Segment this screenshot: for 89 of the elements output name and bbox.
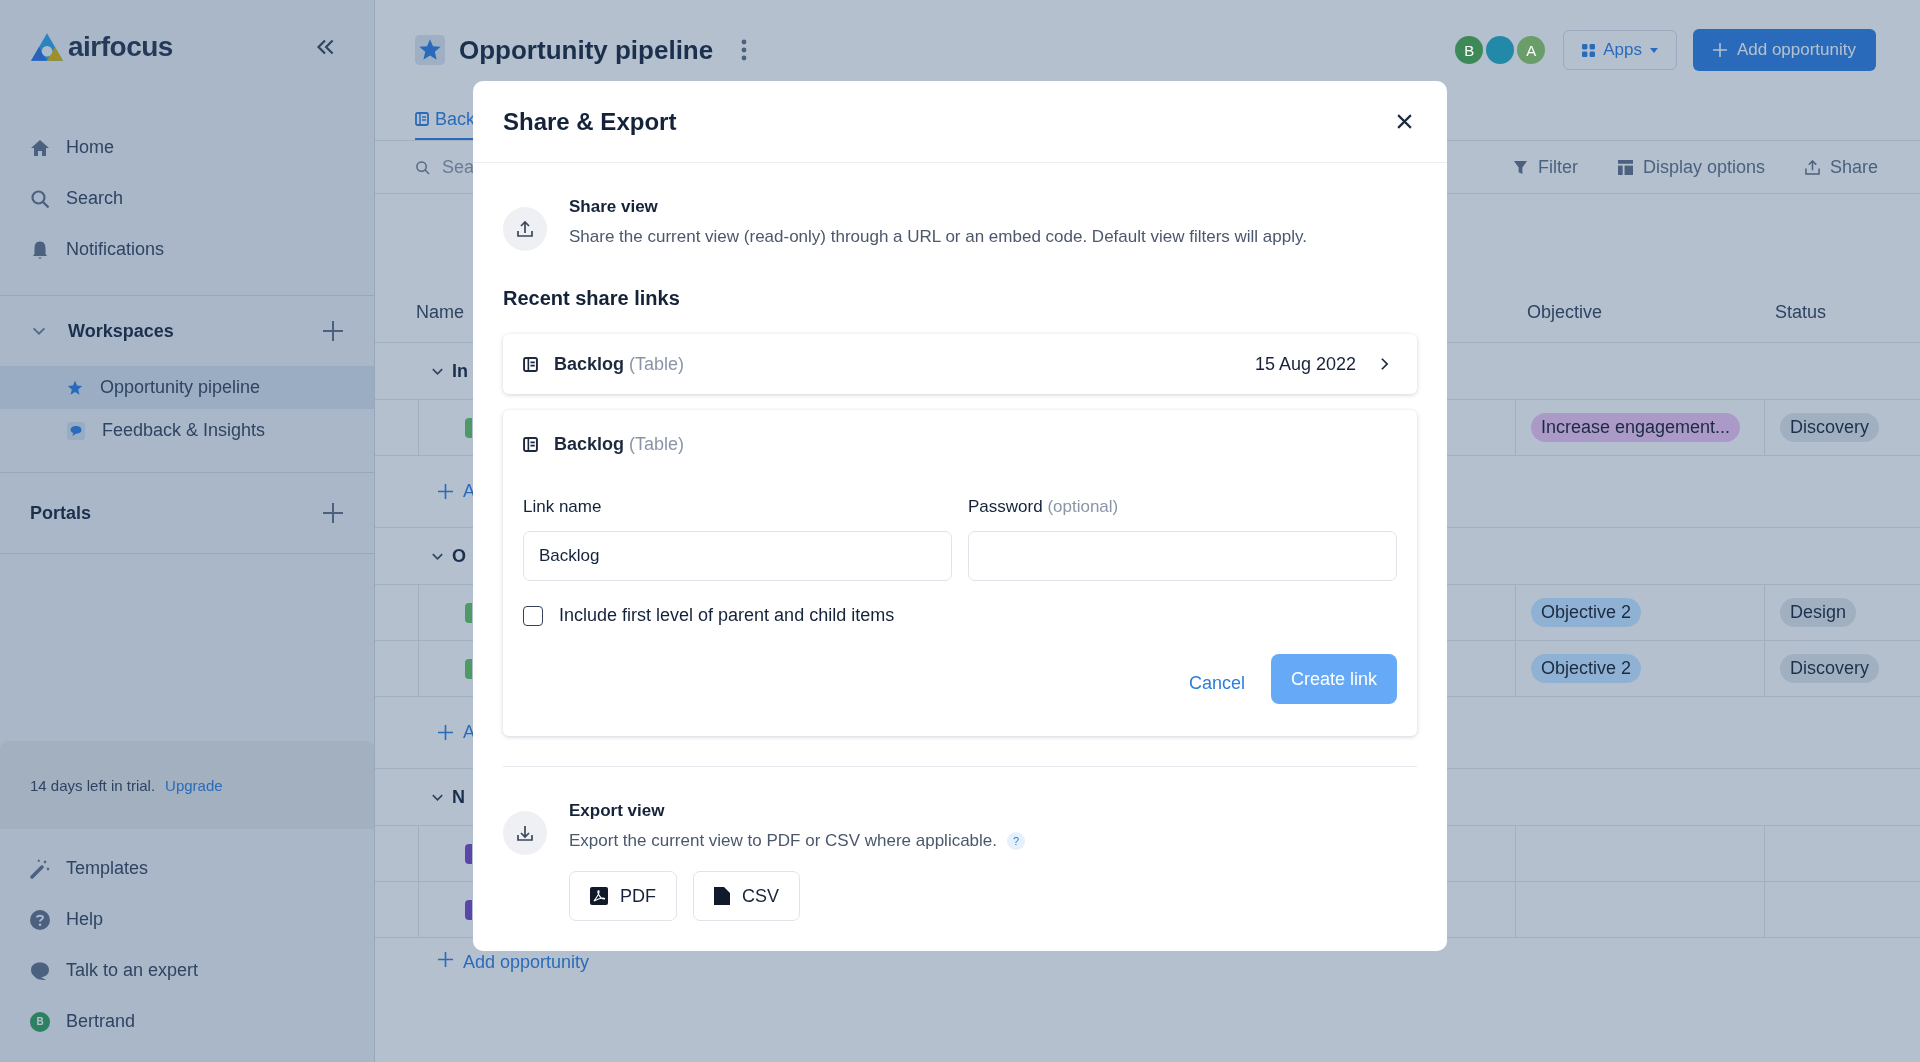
- dialog-title: Share & Export: [503, 107, 677, 136]
- nav-item[interactable]: Home: [0, 122, 374, 173]
- cancel-button[interactable]: Cancel: [1188, 664, 1245, 702]
- help-badge[interactable]: ?: [1007, 832, 1026, 850]
- status-tag: Discovery: [1780, 654, 1879, 683]
- plus-icon[interactable]: [438, 952, 453, 967]
- add-opportunity-button[interactable]: Add opportunity: [1692, 29, 1876, 71]
- group-label: In: [452, 360, 468, 382]
- chat-icon: [67, 421, 85, 440]
- nav-item[interactable]: Talk to an expert: [0, 945, 374, 996]
- search-icon: [30, 188, 50, 209]
- link-name-input[interactable]: Backlog: [523, 531, 952, 581]
- status-tag: Discovery: [1780, 413, 1879, 442]
- section-description: Export the current view to PDF or CSV where applicable.: [569, 831, 998, 851]
- nav-item[interactable]: Notifications: [0, 224, 374, 275]
- link-name: Backlog (Table): [554, 353, 685, 375]
- more-icon[interactable]: [741, 39, 748, 61]
- chat-bubble-icon: [30, 960, 50, 981]
- page-title: Opportunity pipeline: [459, 34, 714, 66]
- export-button[interactable]: CSV: [693, 871, 800, 921]
- user-avatar[interactable]: A: [1517, 36, 1546, 64]
- trial-text: 14 days left in trial.: [30, 776, 156, 794]
- group-label: O: [452, 545, 466, 567]
- user-avatar[interactable]: [1486, 36, 1515, 64]
- column-header: Name: [415, 301, 465, 323]
- toolbar-button[interactable]: Filter: [1512, 156, 1578, 178]
- section-title: Share view: [569, 197, 659, 217]
- user-avatar[interactable]: B: [1455, 36, 1484, 64]
- apps-button[interactable]: Apps: [1563, 30, 1677, 70]
- caret-icon: [1649, 47, 1658, 53]
- password-input[interactable]: [968, 531, 1397, 581]
- section-description: Share the current view (read-only) through a URL or an embed code. Default view filters will apply.: [569, 227, 1307, 247]
- file-icon: [714, 887, 730, 905]
- checkbox-label: Include first level of parent and child items: [559, 605, 895, 626]
- toolbar-button[interactable]: Display options: [1617, 156, 1765, 178]
- filter-icon: [1512, 159, 1528, 175]
- objective-tag: Objective 2: [1531, 598, 1642, 627]
- workspace-item[interactable]: Feedback & Insights: [0, 409, 374, 452]
- search-icon: [415, 159, 430, 175]
- search-field[interactable]: Sea: [415, 156, 475, 178]
- download-icon: [503, 811, 547, 855]
- table-icon: [523, 437, 538, 452]
- section-title: Workspaces: [68, 320, 175, 342]
- plus-icon[interactable]: [322, 502, 344, 524]
- link-date: 15 Aug 2022: [1254, 353, 1356, 375]
- objective-tag: Objective 2: [1531, 654, 1642, 683]
- group-label: N: [452, 786, 465, 808]
- status-tag: Design: [1780, 598, 1857, 627]
- share-icon: [1804, 159, 1820, 175]
- share-link-row[interactable]: Backlog (Table) 15 Aug 2022: [503, 334, 1417, 394]
- star-icon: [67, 379, 83, 396]
- column-header: Status: [1774, 301, 1828, 323]
- field-label: Link name: [523, 497, 603, 517]
- user-avatar: B: [30, 1011, 50, 1032]
- nav-item[interactable]: Templates: [0, 843, 374, 894]
- plus-icon[interactable]: [438, 725, 453, 740]
- logo-text: airfocus: [68, 31, 173, 63]
- link-name: Backlog (Table): [554, 434, 685, 455]
- home-icon: [30, 137, 50, 158]
- table-icon: [523, 356, 538, 372]
- section-title: Portals: [30, 502, 93, 524]
- section-title: Export view: [569, 801, 666, 821]
- table-icon: [415, 112, 429, 126]
- chevron-right-icon: [1380, 357, 1389, 371]
- add-item-link[interactable]: Add opportunity: [463, 952, 590, 973]
- field-label: Password (optional): [968, 497, 1120, 517]
- plus-icon[interactable]: [438, 484, 453, 499]
- nav-item[interactable]: B Bertrand: [0, 996, 374, 1047]
- upgrade-link[interactable]: Upgrade: [165, 776, 223, 794]
- help-icon: [30, 909, 50, 930]
- wand-icon: [30, 858, 50, 879]
- export-button[interactable]: PDF: [569, 871, 677, 921]
- layout-icon: [1617, 159, 1633, 175]
- workspace-item[interactable]: Opportunity pipeline: [0, 366, 374, 409]
- objective-tag: Increase engagement...: [1531, 413, 1741, 442]
- column-header: Objective: [1526, 301, 1604, 323]
- close-icon[interactable]: [1396, 113, 1413, 130]
- grid-icon: [1582, 43, 1596, 57]
- logo-icon: [30, 32, 64, 62]
- section-heading: Recent share links: [503, 287, 681, 310]
- plus-icon[interactable]: [322, 320, 344, 342]
- bell-icon: [30, 239, 50, 260]
- plus-icon: [1712, 43, 1727, 57]
- upload-icon: [503, 207, 547, 251]
- nav-item[interactable]: Help: [0, 894, 374, 945]
- toolbar-button[interactable]: Share: [1804, 156, 1878, 178]
- include-checkbox[interactable]: [523, 605, 543, 626]
- pdf-file-icon: [590, 887, 608, 905]
- nav-item[interactable]: Search: [0, 173, 374, 224]
